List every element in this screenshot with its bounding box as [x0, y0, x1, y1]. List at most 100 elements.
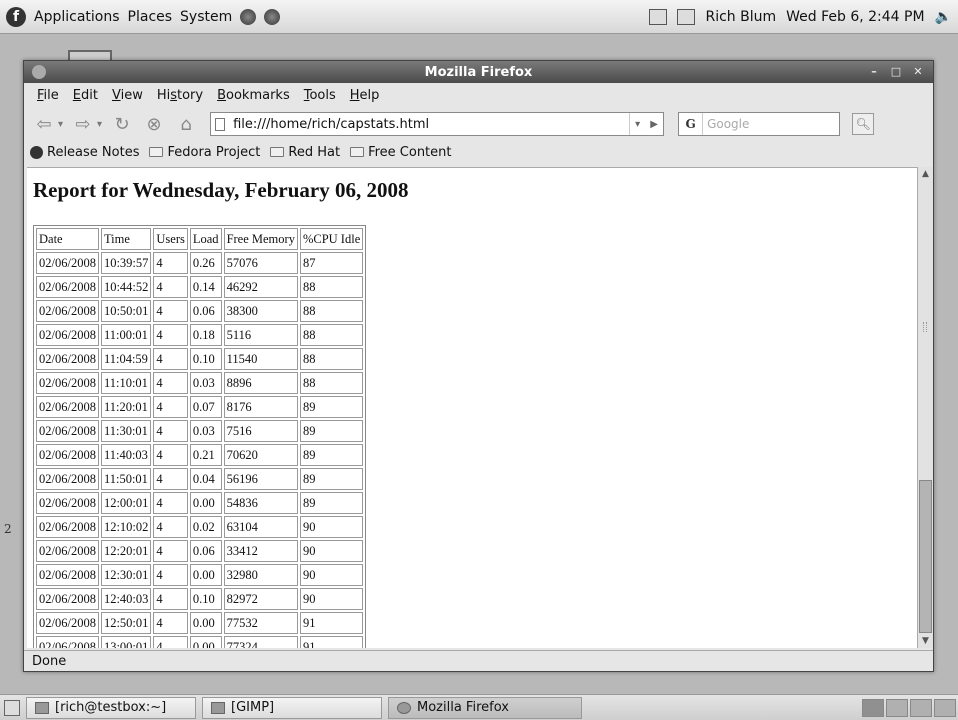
workspace-1[interactable]: [862, 698, 884, 717]
table-cell: 11:30:01: [100, 420, 152, 442]
folder-icon: [270, 147, 285, 157]
table-row: 02/06/2008 11:30:01 4 0.03 7516 89: [36, 420, 364, 442]
table-cell: 02/06/2008: [36, 564, 99, 586]
table-cell: 11:10:01: [100, 372, 152, 394]
table-cell: 0.26: [189, 252, 222, 274]
workspace-2[interactable]: [886, 698, 908, 717]
table-cell: 4: [153, 492, 188, 514]
table-cell: 4: [153, 588, 188, 610]
minimize-button[interactable]: –: [865, 64, 883, 79]
table-cell: 4: [153, 636, 188, 648]
table-cell: 38300: [223, 300, 298, 322]
task-gimp[interactable]: [GIMP]: [202, 696, 382, 719]
table-row: 02/06/2008 11:00:01 4 0.18 5116 88: [36, 324, 364, 346]
menu-item[interactable]: Edit: [66, 88, 105, 103]
menu-item[interactable]: File: [30, 88, 66, 103]
scrollbar-grip: [923, 322, 927, 332]
window-menu-icon[interactable]: [32, 65, 46, 79]
table-cell: 0.07: [189, 396, 222, 418]
applications-menu[interactable]: Applications: [34, 9, 120, 25]
scroll-down-icon[interactable]: ▼: [918, 634, 933, 648]
window-titlebar[interactable]: Mozilla Firefox – □ ✕: [24, 61, 933, 83]
table-cell: 88: [299, 276, 364, 298]
column-header: Date: [36, 228, 99, 250]
menu-item[interactable]: Help: [343, 88, 387, 103]
table-cell: 02/06/2008: [36, 516, 99, 538]
table-cell: 11:40:03: [100, 444, 152, 466]
web-browser-launcher-icon[interactable]: [240, 8, 257, 25]
table-cell: 0.04: [189, 468, 222, 490]
search-placeholder[interactable]: Google: [703, 117, 749, 131]
fedora-bookmark-icon: [30, 145, 43, 159]
places-menu[interactable]: Places: [128, 9, 173, 25]
url-bar[interactable]: file:///home/rich/capstats.html ▾ ▶: [210, 112, 665, 136]
table-row: 02/06/2008 10:44:52 4 0.14 46292 88: [36, 276, 364, 298]
forward-history-dropdown[interactable]: ▾: [97, 119, 102, 130]
vertical-scrollbar[interactable]: ▲ ▼: [917, 167, 933, 648]
fedora-logo-icon[interactable]: f: [6, 6, 26, 27]
table-cell: 7516: [223, 420, 298, 442]
menu-item[interactable]: History: [150, 88, 210, 103]
table-cell: 02/06/2008: [36, 420, 99, 442]
network-icon[interactable]: [677, 8, 696, 25]
table-row: 02/06/2008 11:40:03 4 0.21 70620 89: [36, 444, 364, 466]
back-history-dropdown[interactable]: ▾: [58, 119, 63, 130]
bookmark-red-hat[interactable]: Red Hat: [270, 145, 340, 160]
table-cell: 02/06/2008: [36, 372, 99, 394]
table-cell: 90: [299, 540, 364, 562]
table-cell: 4: [153, 372, 188, 394]
table-cell: 0.06: [189, 300, 222, 322]
table-row: 02/06/2008 12:20:01 4 0.06 33412 90: [36, 540, 364, 562]
page-content: Report for Wednesday, February 06, 2008 …: [27, 167, 917, 648]
url-text[interactable]: file:///home/rich/capstats.html: [233, 117, 429, 132]
menu-bar: File Edit View History Bookmarks Tools Help: [24, 83, 933, 107]
table-cell: 4: [153, 468, 188, 490]
desktop-edge-text: 2: [4, 522, 12, 536]
task-label: [GIMP]: [231, 700, 275, 715]
back-icon[interactable]: ⇦: [32, 112, 56, 136]
url-history-dropdown[interactable]: ▾: [635, 119, 640, 130]
menu-item[interactable]: Bookmarks: [210, 88, 297, 103]
bookmark-fedora-project[interactable]: Fedora Project: [149, 145, 260, 160]
forward-icon[interactable]: ⇨: [71, 112, 95, 136]
table-cell: 11:50:01: [100, 468, 152, 490]
scroll-up-icon[interactable]: ▲: [918, 167, 933, 181]
table-cell: 4: [153, 612, 188, 634]
table-cell: 12:20:01: [100, 540, 152, 562]
stop-icon[interactable]: ⊗: [142, 112, 166, 136]
clock[interactable]: Wed Feb 6, 2:44 PM: [786, 9, 924, 25]
reload-icon[interactable]: ↻: [110, 112, 134, 136]
table-cell: 0.03: [189, 372, 222, 394]
column-header: Time: [100, 228, 152, 250]
column-header: %CPU Idle: [299, 228, 364, 250]
workspace-4[interactable]: [934, 698, 956, 717]
table-cell: 56196: [223, 468, 298, 490]
bookmark-free-content[interactable]: Free Content: [350, 145, 451, 160]
show-desktop-icon[interactable]: [4, 699, 20, 716]
search-icon[interactable]: 🔍︎: [852, 113, 875, 135]
go-icon[interactable]: ▶: [650, 119, 658, 130]
menu-item[interactable]: Tools: [297, 88, 343, 103]
home-icon[interactable]: ⌂: [174, 112, 198, 136]
close-button[interactable]: ✕: [909, 64, 927, 79]
user-name[interactable]: Rich Blum: [705, 9, 776, 25]
notes-icon[interactable]: [649, 8, 668, 25]
url-controls: ▾ ▶: [629, 113, 663, 135]
system-menu[interactable]: System: [180, 9, 232, 25]
bookmark-release-notes[interactable]: Release Notes: [30, 145, 139, 160]
workspace-3[interactable]: [910, 698, 932, 717]
column-header: Users: [153, 228, 188, 250]
search-engine-icon[interactable]: G: [679, 113, 704, 135]
table-cell: 10:50:01: [100, 300, 152, 322]
menu-item[interactable]: View: [105, 88, 150, 103]
scrollbar-thumb[interactable]: [919, 480, 932, 633]
table-cell: 91: [299, 636, 364, 648]
maximize-button[interactable]: □: [887, 64, 905, 79]
table-cell: 02/06/2008: [36, 612, 99, 634]
search-bar[interactable]: G Google: [678, 112, 841, 136]
email-launcher-icon[interactable]: [264, 8, 281, 25]
task-firefox[interactable]: Mozilla Firefox: [388, 696, 582, 719]
volume-icon[interactable]: 🔈: [935, 9, 952, 25]
table-row: 02/06/2008 12:00:01 4 0.00 54836 89: [36, 492, 364, 514]
task-terminal[interactable]: [rich@testbox:~]: [26, 696, 196, 719]
